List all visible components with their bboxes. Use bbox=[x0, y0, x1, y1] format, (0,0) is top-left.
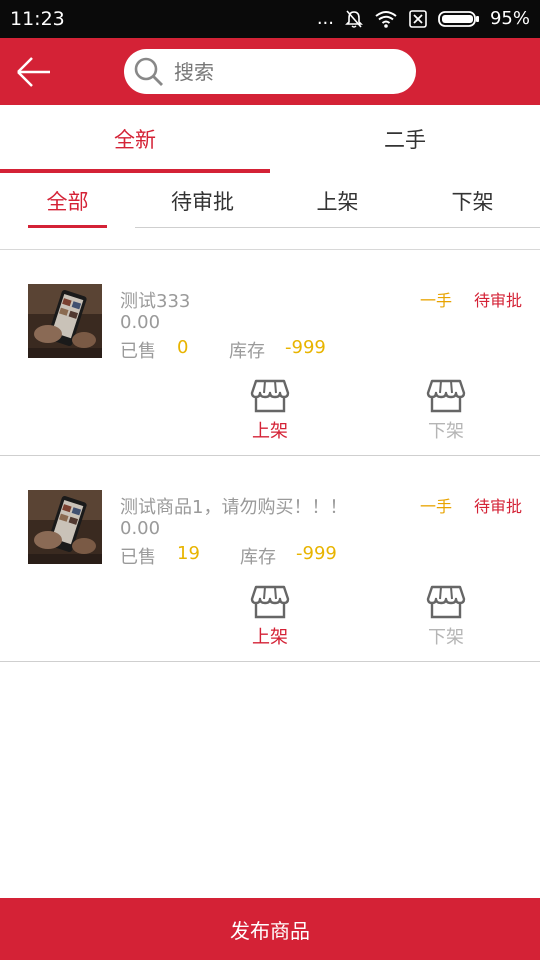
search-icon bbox=[134, 57, 163, 86]
tab-new[interactable]: 全新 bbox=[0, 105, 270, 173]
stock-count: -999 bbox=[296, 543, 337, 564]
search-box[interactable] bbox=[124, 49, 416, 94]
shop-icon bbox=[250, 379, 290, 413]
wifi-icon bbox=[374, 9, 398, 29]
delist-button[interactable]: 下架 bbox=[416, 583, 476, 649]
header-bar bbox=[0, 38, 540, 105]
mute-bell-icon bbox=[344, 9, 364, 29]
stock-count: -999 bbox=[285, 337, 326, 358]
product-image[interactable] bbox=[28, 490, 102, 564]
status-badge: 待审批 bbox=[473, 497, 522, 516]
list-label: 上架 bbox=[252, 421, 288, 442]
condition-tabs: 全新 二手 bbox=[0, 105, 540, 173]
delist-button[interactable]: 下架 bbox=[416, 377, 476, 443]
stock-label: 库存 bbox=[240, 547, 276, 568]
back-arrow-icon bbox=[17, 57, 50, 87]
status-icons: ... 95% bbox=[317, 8, 530, 29]
more-dots: ... bbox=[316, 8, 334, 29]
battery-icon bbox=[438, 9, 480, 29]
shop-icon bbox=[426, 585, 466, 619]
sold-count: 0 bbox=[177, 337, 189, 358]
tab-all[interactable]: 全部 bbox=[0, 173, 135, 229]
shop-icon bbox=[426, 379, 466, 413]
product-card[interactable]: 测试333 0.00 已售 0 库存 -999 一手 待审批 上架 下架 bbox=[0, 250, 540, 456]
product-card[interactable]: 测试商品1，请勿购买！！！ 0.00 已售 19 库存 -999 一手 待审批 … bbox=[0, 456, 540, 662]
condition-badge: 一手 bbox=[419, 497, 452, 516]
list-button[interactable]: 上架 bbox=[240, 583, 300, 649]
tab-second-hand[interactable]: 二手 bbox=[270, 105, 540, 173]
shop-icon bbox=[250, 585, 290, 619]
product-image[interactable] bbox=[28, 284, 102, 358]
no-sim-icon bbox=[408, 9, 428, 29]
sold-label: 已售 bbox=[120, 341, 156, 362]
list-label: 上架 bbox=[252, 627, 288, 648]
tab-delisted[interactable]: 下架 bbox=[405, 173, 540, 229]
product-price: 0.00 bbox=[120, 312, 161, 333]
tabs-divider bbox=[135, 227, 540, 228]
delist-label: 下架 bbox=[428, 627, 464, 648]
product-price: 0.00 bbox=[120, 518, 161, 539]
sold-label: 已售 bbox=[120, 547, 156, 568]
list-button[interactable]: 上架 bbox=[240, 377, 300, 443]
status-bar: 11:23 ... 95% bbox=[0, 0, 540, 38]
product-name: 测试商品1，请勿购买！！！ bbox=[120, 497, 348, 518]
status-time: 11:23 bbox=[10, 8, 65, 30]
product-name: 测试333 bbox=[120, 291, 191, 312]
delist-label: 下架 bbox=[428, 421, 464, 442]
back-button[interactable] bbox=[14, 52, 54, 92]
battery-percent: 95% bbox=[489, 8, 530, 29]
status-badge: 待审批 bbox=[473, 291, 522, 310]
stock-label: 库存 bbox=[229, 341, 265, 362]
condition-badge: 一手 bbox=[419, 291, 452, 310]
publish-product-button[interactable]: 发布商品 bbox=[0, 898, 540, 960]
sold-count: 19 bbox=[177, 543, 200, 564]
status-filter-tabs: 全部 待审批 上架 下架 bbox=[0, 173, 540, 229]
search-input[interactable] bbox=[174, 59, 394, 84]
tab-pending[interactable]: 待审批 bbox=[135, 173, 270, 229]
tab-listed[interactable]: 上架 bbox=[270, 173, 405, 229]
